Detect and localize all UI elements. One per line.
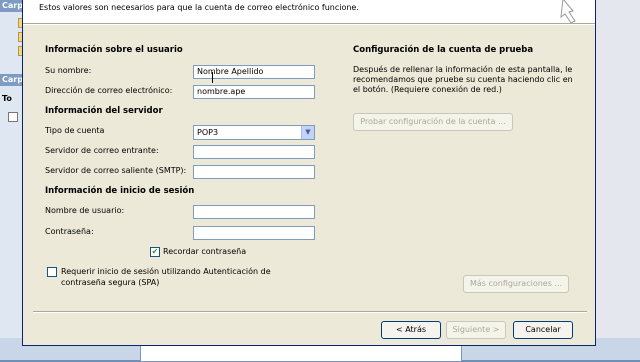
pane-row[interactable]: To: [2, 94, 12, 103]
email-wizard-icon: [541, 0, 581, 25]
logon-info-heading: Información de inicio de sesión: [45, 186, 195, 196]
remember-password-label: Recordar contraseña: [163, 247, 247, 256]
user-info-heading: Información sobre el usuario: [45, 45, 183, 55]
incoming-server-label: Servidor de correo entrante:: [45, 146, 159, 155]
footer-divider: [33, 311, 587, 312]
outgoing-server-field[interactable]: [193, 165, 315, 179]
spa-label: Requerir inicio de sesión utilizando Aut…: [61, 267, 271, 287]
dialog-header: Estos valores son necesarios para que la…: [23, 0, 595, 24]
account-type-value: POP3: [197, 128, 219, 137]
remember-password-checkbox[interactable]: ✔: [150, 247, 160, 257]
text-cursor: [212, 72, 213, 83]
more-settings-button[interactable]: Más configuraciones ...: [463, 275, 569, 293]
password-label: Contraseña:: [45, 227, 94, 236]
expand-icon[interactable]: [8, 112, 18, 122]
incoming-server-field[interactable]: [193, 145, 315, 159]
next-button[interactable]: Siguiente >: [446, 321, 506, 339]
server-info-heading: Información del servidor: [45, 106, 163, 116]
email-label: Dirección de correo electrónico:: [45, 86, 173, 95]
test-settings-heading: Configuración de la cuenta de prueba: [353, 45, 534, 55]
username-field[interactable]: [193, 205, 315, 219]
cancel-button[interactable]: Cancelar: [513, 321, 573, 339]
account-settings-dialog: Estos valores son necesarios para que la…: [22, 0, 596, 346]
email-field[interactable]: nombre.ape: [193, 85, 315, 99]
account-type-label: Tipo de cuenta: [45, 126, 105, 135]
spa-checkbox[interactable]: [47, 267, 57, 277]
bottom-pane: [140, 344, 462, 362]
account-type-select[interactable]: POP3 ▼: [193, 125, 315, 140]
username-label: Nombre de usuario:: [45, 206, 125, 215]
header-divider: [23, 24, 595, 25]
outlook-right-area: [596, 0, 640, 360]
chevron-down-icon[interactable]: ▼: [301, 126, 314, 139]
back-button[interactable]: < Atrás: [381, 321, 441, 339]
outgoing-server-label: Servidor de correo saliente (SMTP):: [45, 166, 187, 175]
test-settings-text: Después de rellenar la información de es…: [353, 65, 573, 94]
password-field[interactable]: [193, 226, 315, 240]
dialog-description: Estos valores son necesarios para que la…: [39, 3, 359, 12]
test-account-button[interactable]: Probar configuración de la cuenta ...: [353, 113, 513, 131]
name-label: Su nombre:: [45, 66, 92, 75]
